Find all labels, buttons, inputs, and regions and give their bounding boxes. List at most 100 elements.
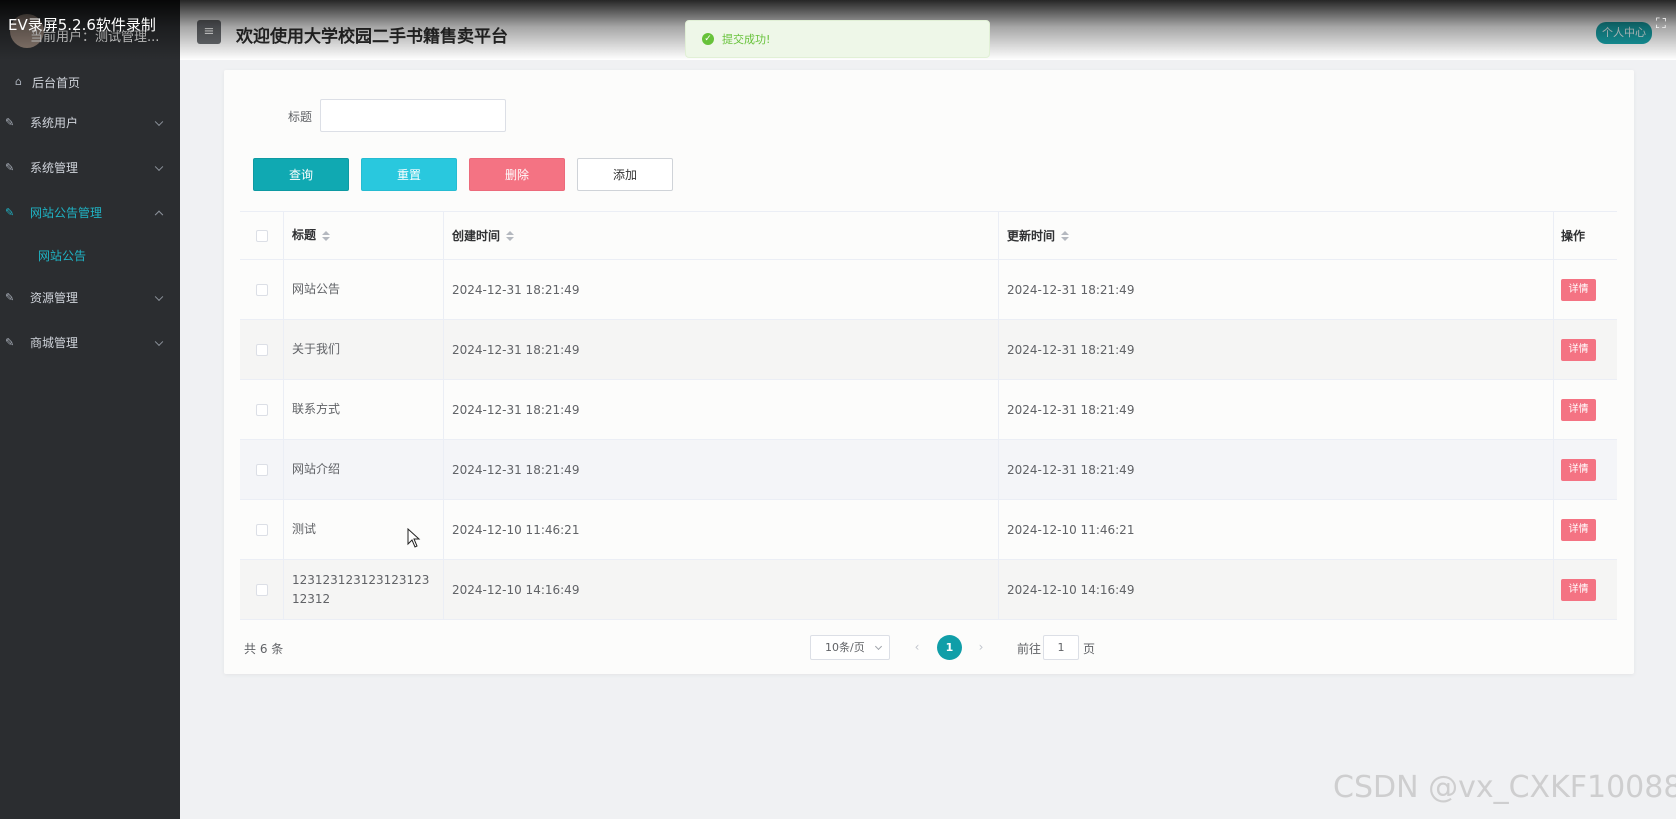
header-title[interactable]: 标题	[284, 212, 444, 259]
table-header-row: 标题 创建时间 更新时间 操作	[240, 212, 1617, 260]
chevron-down-icon	[874, 642, 883, 651]
sidebar-item-label: 商城管理	[30, 336, 79, 350]
sort-icon[interactable]	[1061, 230, 1070, 241]
cell-updated: 2024-12-10 14:16:49	[999, 560, 1554, 619]
detail-button[interactable]: 详情	[1561, 338, 1596, 361]
cell-operation: 详情	[1554, 500, 1617, 559]
sort-icon[interactable]	[322, 230, 331, 241]
detail-button[interactable]: 详情	[1561, 518, 1596, 541]
delete-button[interactable]: 删除	[469, 158, 565, 191]
success-toast: ✓ 提交成功!	[685, 20, 990, 58]
edit-square-icon: ✎	[5, 205, 15, 219]
table-row: 测试 2024-12-10 11:46:21 2024-12-10 11:46:…	[240, 500, 1617, 560]
cell-title: 网站介绍	[284, 440, 444, 499]
sidebar-item-system-management[interactable]: ✎ 系统管理	[0, 145, 180, 190]
row-checkbox[interactable]	[255, 403, 268, 416]
cell-created: 2024-12-31 18:21:49	[444, 380, 999, 439]
sidebar-item-system-users[interactable]: ✎ 系统用户	[0, 100, 180, 145]
cell-title: 联系方式	[284, 380, 444, 439]
cell-updated: 2024-12-10 11:46:21	[999, 500, 1554, 559]
cell-created: 2024-12-31 18:21:49	[444, 260, 999, 319]
sidebar: 当前用户：测试管理... ⌂ 后台首页 ✎ 系统用户 ✎ 系统管理 ✎ 网站公告…	[0, 0, 180, 819]
cell-updated: 2024-12-31 18:21:49	[999, 320, 1554, 379]
header-updated[interactable]: 更新时间	[999, 212, 1554, 259]
table-row: 12312312312312312312312 2024-12-10 14:16…	[240, 560, 1617, 620]
page-size-select[interactable]: 10条/页	[810, 635, 890, 660]
mouse-cursor-icon	[407, 528, 421, 548]
detail-button[interactable]: 详情	[1561, 398, 1596, 421]
row-checkbox[interactable]	[255, 523, 268, 536]
detail-button[interactable]: 详情	[1561, 458, 1596, 481]
goto-label: 前往	[1017, 642, 1042, 656]
chevron-down-icon	[154, 337, 164, 346]
cell-created: 2024-12-31 18:21:49	[444, 320, 999, 379]
edit-square-icon: ✎	[5, 160, 15, 174]
chevron-down-icon	[154, 117, 164, 126]
goto-unit: 页	[1083, 642, 1096, 656]
row-checkbox[interactable]	[255, 463, 268, 476]
sidebar-subitem-announcement[interactable]: 网站公告	[0, 235, 180, 275]
title-search-input[interactable]	[320, 99, 506, 132]
sidebar-item-label: 资源管理	[30, 291, 79, 305]
data-table: 标题 创建时间 更新时间 操作 网站公告 2024-12-31 18:21:49…	[240, 211, 1617, 620]
hamburger-icon[interactable]: ≡	[197, 20, 221, 44]
cell-operation: 详情	[1554, 440, 1617, 499]
row-checkbox[interactable]	[255, 583, 268, 596]
cell-title: 12312312312312312312312	[284, 560, 444, 619]
sidebar-item-resources[interactable]: ✎ 资源管理	[0, 275, 180, 320]
cell-updated: 2024-12-31 18:21:49	[999, 260, 1554, 319]
personal-center-button[interactable]: 个人中心	[1596, 22, 1652, 44]
row-check-cell	[240, 500, 284, 559]
main-card: 标题 查询 重置 删除 添加 标题 创建时间 更新时间 操作 网站公告 2024…	[224, 70, 1634, 674]
row-check-cell	[240, 320, 284, 379]
page-size-value: 10条/页	[825, 641, 865, 654]
table-row: 网站公告 2024-12-31 18:21:49 2024-12-31 18:2…	[240, 260, 1617, 320]
select-all-checkbox[interactable]	[255, 229, 268, 242]
detail-button[interactable]: 详情	[1561, 578, 1596, 601]
home-icon: ⌂	[15, 75, 22, 88]
page-number-current[interactable]: 1	[937, 635, 962, 660]
row-check-cell	[240, 380, 284, 439]
chevron-down-icon	[154, 162, 164, 171]
cell-created: 2024-12-10 14:16:49	[444, 560, 999, 619]
sidebar-item-label: 系统用户	[30, 116, 79, 130]
query-button[interactable]: 查询	[253, 158, 349, 191]
row-check-cell	[240, 440, 284, 499]
cell-title: 网站公告	[284, 260, 444, 319]
edit-square-icon: ✎	[5, 290, 15, 304]
header-created[interactable]: 创建时间	[444, 212, 999, 259]
watermark: CSDN @vx_CXKF10088	[1333, 770, 1676, 805]
select-all-cell	[240, 212, 284, 259]
add-button[interactable]: 添加	[577, 158, 673, 191]
fullscreen-icon[interactable]: ⛶	[1656, 16, 1672, 32]
header-operation: 操作	[1561, 229, 1586, 243]
row-checkbox[interactable]	[255, 343, 268, 356]
sidebar-item-shop[interactable]: ✎ 商城管理	[0, 320, 180, 365]
sidebar-item-label: 后台首页	[32, 75, 81, 90]
table-row: 联系方式 2024-12-31 18:21:49 2024-12-31 18:2…	[240, 380, 1617, 440]
row-check-cell	[240, 260, 284, 319]
row-checkbox[interactable]	[255, 283, 268, 296]
cell-operation: 详情	[1554, 560, 1617, 619]
sidebar-item-label: 系统管理	[30, 161, 79, 175]
sidebar-item-home[interactable]: ⌂ 后台首页	[0, 64, 180, 100]
table-row: 关于我们 2024-12-31 18:21:49 2024-12-31 18:2…	[240, 320, 1617, 380]
cell-updated: 2024-12-31 18:21:49	[999, 380, 1554, 439]
check-circle-icon: ✓	[702, 33, 714, 45]
next-page-button[interactable]: ›	[971, 635, 991, 660]
cell-title: 关于我们	[284, 320, 444, 379]
detail-button[interactable]: 详情	[1561, 278, 1596, 301]
sort-icon[interactable]	[506, 230, 515, 241]
search-label: 标题	[288, 110, 313, 124]
sidebar-item-label: 网站公告管理	[30, 206, 103, 220]
cell-created: 2024-12-10 11:46:21	[444, 500, 999, 559]
goto-page-input[interactable]: 1	[1043, 635, 1079, 660]
toast-message: 提交成功!	[722, 33, 771, 46]
sidebar-item-announcement-management[interactable]: ✎ 网站公告管理	[0, 190, 180, 235]
table-row: 网站介绍 2024-12-31 18:21:49 2024-12-31 18:2…	[240, 440, 1617, 500]
row-check-cell	[240, 560, 284, 619]
chevron-up-icon	[154, 210, 164, 219]
prev-page-button[interactable]: ‹	[907, 635, 927, 660]
total-count: 共 6 条	[244, 642, 284, 656]
reset-button[interactable]: 重置	[361, 158, 457, 191]
